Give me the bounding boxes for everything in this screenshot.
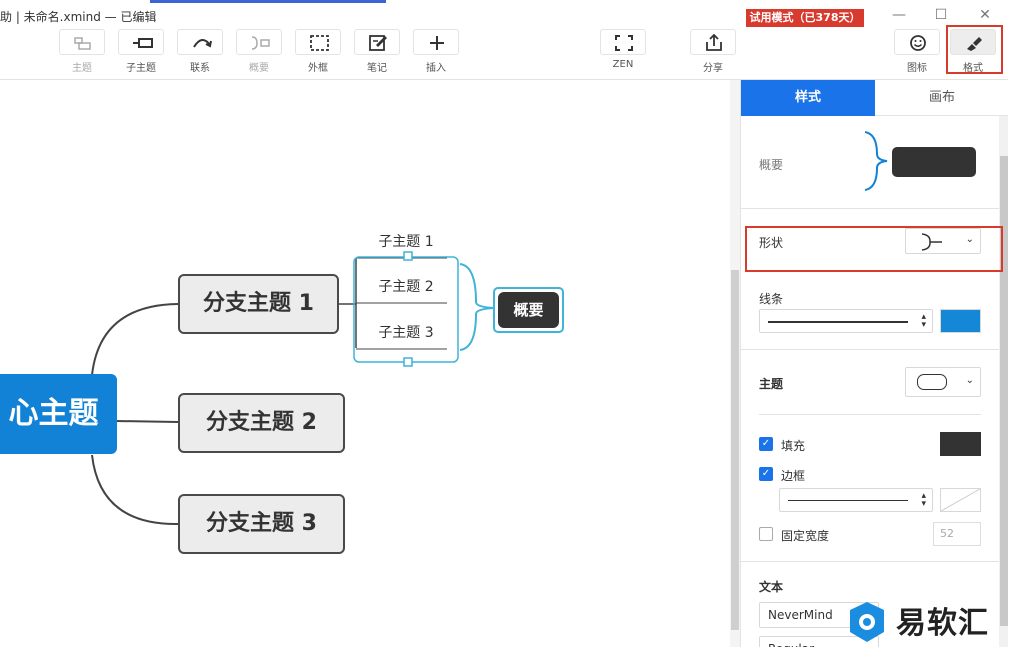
fullscreen-icon bbox=[600, 29, 646, 55]
summary-selection-frame: 概要 bbox=[493, 287, 564, 333]
line-style-dropdown[interactable]: ▴ ▾ bbox=[759, 309, 933, 333]
plus-icon bbox=[413, 29, 459, 55]
font-family-value: NeverMind bbox=[768, 608, 833, 622]
watermark-logo-icon bbox=[850, 602, 884, 642]
separator bbox=[759, 414, 981, 415]
boundary-icon bbox=[295, 29, 341, 55]
note-icon bbox=[354, 29, 400, 55]
watermark: 易软汇 bbox=[838, 596, 1013, 647]
fill-label: 填充 bbox=[781, 439, 806, 453]
toolbar-zen-button[interactable]: ZEN bbox=[600, 28, 648, 78]
rounded-rect-icon bbox=[917, 374, 947, 390]
toolbar-icon-button[interactable]: 图标 bbox=[894, 28, 942, 78]
toolbar-summary-label: 概要 bbox=[249, 63, 269, 74]
shape-row-highlight bbox=[745, 226, 1003, 272]
relationship-icon bbox=[177, 29, 223, 55]
fill-checkbox[interactable]: ✓ bbox=[759, 437, 773, 451]
toolbar-relationship-button[interactable]: 联系 bbox=[177, 28, 225, 78]
format-panel: 样式 画布 概要 形状 ⌄ 线条 ▴ ▾ 主题 ⌄ ✓ 填充 ✓ 边框 ▴ ▾ 固定… bbox=[740, 80, 1008, 647]
minimize-button[interactable]: — bbox=[886, 6, 912, 24]
border-style-dropdown[interactable]: ▴ ▾ bbox=[779, 488, 933, 512]
fixed-width-checkbox[interactable] bbox=[759, 527, 773, 541]
topic-shape-dropdown[interactable]: ⌄ bbox=[905, 367, 981, 397]
fixed-width-label: 固定宽度 bbox=[781, 529, 830, 543]
active-tab-strip bbox=[150, 0, 386, 3]
topic-icon bbox=[59, 29, 105, 55]
subtopic-2[interactable]: 子主题 2 bbox=[366, 276, 446, 296]
toolbar-subtopic-button[interactable]: 子主题 bbox=[118, 28, 166, 78]
toolbar-zen-label: ZEN bbox=[612, 59, 634, 70]
tab-canvas[interactable]: 画布 bbox=[875, 80, 1008, 116]
chevron-down-icon: ⌄ bbox=[965, 375, 974, 386]
separator bbox=[741, 208, 999, 209]
line-label: 线条 bbox=[759, 292, 784, 306]
toolbar-topic-label: 主题 bbox=[72, 63, 92, 74]
close-button[interactable]: ✕ bbox=[972, 6, 998, 24]
maximize-button[interactable]: ☐ bbox=[928, 6, 954, 24]
branch-topic-2[interactable]: 分支主题 2 bbox=[178, 393, 345, 453]
border-checkbox[interactable]: ✓ bbox=[759, 467, 773, 481]
canvas-scrollbar-thumb[interactable] bbox=[731, 270, 739, 630]
font-style-value: Regular bbox=[768, 642, 814, 647]
line-style-preview bbox=[768, 321, 908, 323]
summary-topic[interactable]: 概要 bbox=[498, 292, 559, 328]
connector-lines bbox=[91, 251, 495, 526]
canvas-scrollbar[interactable] bbox=[730, 80, 740, 647]
toolbar-summary-button[interactable]: 概要 bbox=[236, 28, 284, 78]
border-label: 边框 bbox=[781, 469, 806, 483]
tab-style[interactable]: 样式 bbox=[741, 80, 875, 116]
toolbar-share-label: 分享 bbox=[703, 63, 723, 74]
toolbar-topic-button[interactable]: 主题 bbox=[59, 28, 107, 78]
toolbar: 主题 子主题 联系 概要 外框 笔记 插入 ZEN 分享 图标 格式 bbox=[0, 28, 1008, 80]
window-title: 助 | 未命名.xmind — 已编辑 bbox=[0, 10, 157, 24]
line-color-swatch[interactable] bbox=[940, 309, 981, 333]
fill-color-swatch[interactable] bbox=[940, 432, 981, 456]
mindmap-canvas[interactable]: 心主题 分支主题 1 分支主题 2 分支主题 3 子主题 1 子主题 2 子主题… bbox=[0, 80, 730, 647]
panel-scrollbar[interactable] bbox=[999, 116, 1008, 647]
summary-icon bbox=[236, 29, 282, 55]
watermark-text: 易软汇 bbox=[896, 606, 989, 641]
separator bbox=[741, 349, 999, 350]
separator bbox=[741, 561, 999, 562]
summary-preview-label: 概要 bbox=[759, 158, 784, 172]
border-style-preview bbox=[788, 500, 908, 501]
summary-style-preview bbox=[892, 147, 976, 177]
fixed-width-input[interactable]: 52 bbox=[933, 522, 981, 546]
toolbar-icon-label: 图标 bbox=[907, 63, 927, 74]
text-label: 文本 bbox=[759, 580, 784, 594]
smiley-icon bbox=[894, 29, 940, 55]
format-button-highlight bbox=[946, 25, 1003, 74]
trial-badge[interactable]: 试用模式（已378天） bbox=[746, 9, 864, 27]
stepper-icon: ▴ ▾ bbox=[921, 312, 926, 330]
share-icon bbox=[690, 29, 736, 55]
branch-topic-1[interactable]: 分支主题 1 bbox=[178, 274, 339, 334]
toolbar-share-button[interactable]: 分享 bbox=[690, 28, 738, 78]
border-color-swatch[interactable] bbox=[940, 488, 981, 512]
toolbar-insert-button[interactable]: 插入 bbox=[413, 28, 461, 78]
toolbar-note-label: 笔记 bbox=[367, 63, 387, 74]
branch-topic-3[interactable]: 分支主题 3 bbox=[178, 494, 345, 554]
subtopic-3[interactable]: 子主题 3 bbox=[366, 322, 446, 342]
toolbar-note-button[interactable]: 笔记 bbox=[354, 28, 402, 78]
subtopic-1[interactable]: 子主题 1 bbox=[366, 231, 446, 251]
toolbar-subtopic-label: 子主题 bbox=[126, 63, 156, 74]
central-topic[interactable]: 心主题 bbox=[0, 374, 117, 454]
toolbar-boundary-label: 外框 bbox=[308, 63, 328, 74]
stepper-icon: ▴ ▾ bbox=[921, 491, 926, 509]
topic-label: 主题 bbox=[759, 377, 784, 391]
toolbar-insert-label: 插入 bbox=[426, 63, 446, 74]
subtopic-icon bbox=[118, 29, 164, 55]
summary-brace-preview bbox=[864, 131, 888, 191]
toolbar-boundary-button[interactable]: 外框 bbox=[295, 28, 343, 78]
toolbar-relationship-label: 联系 bbox=[190, 63, 210, 74]
title-bar: 助 | 未命名.xmind — 已编辑 试用模式（已378天） — ☐ ✕ bbox=[0, 0, 1013, 28]
